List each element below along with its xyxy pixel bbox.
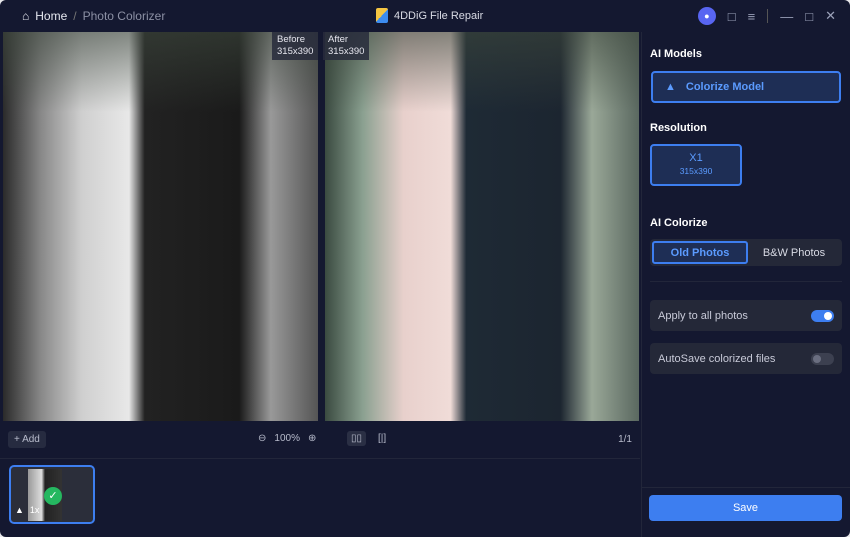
app-logo-icon [376,8,388,23]
menu-icon[interactable]: ≡ [748,9,756,24]
divider [642,487,850,488]
after-label: After 315x390 [323,32,370,60]
autosave-row: AutoSave colorized files [650,343,842,374]
zoom-level: 100% [274,433,300,444]
split-view-icon[interactable]: [|] [374,431,390,446]
app-title-text: 4DDiG File Repair [394,9,484,22]
res-scale: X1 [689,152,703,164]
divider [0,458,640,459]
feedback-icon[interactable]: □ [728,9,736,24]
resolution-title: Resolution [650,122,707,134]
after-size: 315x390 [328,46,365,57]
title-bar: ⌂ Home / Photo Colorizer 4DDiG File Repa… [0,0,850,32]
before-label: Before 315x390 [272,32,319,60]
minimize-icon[interactable]: — [780,9,793,24]
res-size: 315x390 [679,166,713,176]
resolution-x1-button[interactable]: X1 315x390 [650,144,742,186]
breadcrumb: ⌂ Home / Photo Colorizer [22,9,165,23]
model-label: Colorize Model [685,81,765,93]
thumbnail-scale: 1x [29,505,40,515]
side-by-side-icon[interactable]: ▯▯ [347,431,367,446]
zoom-in-icon[interactable]: ⊕ [308,433,316,444]
breadcrumb-separator: / [73,9,77,23]
window-controls: ● □ ≡ — □ ✕ [697,7,836,25]
image-icon: ▲ [665,81,676,93]
ai-colorize-title: AI Colorize [650,217,708,229]
view-mode: ▯▯ [|] [347,431,390,446]
preview-toolbar: + Add ⊖ 100% ⊕ ▯▯ [|] 1/1 [0,428,640,452]
after-photo [325,32,639,421]
maximize-icon[interactable]: □ [805,9,813,24]
save-button[interactable]: Save [649,495,842,521]
colorize-mode-toggle: Old Photos B&W Photos [650,239,842,266]
app-title: 4DDiG File Repair [376,8,483,23]
breadcrumb-current: Photo Colorizer [82,9,166,23]
settings-panel: AI Models ▲ Colorize Model Resolution X1 3… [641,32,850,537]
zoom-out-icon[interactable]: ⊖ [258,433,266,444]
after-label-text: After [328,34,349,45]
old-photos-option[interactable]: Old Photos [652,241,748,264]
discord-icon[interactable]: ● [697,7,716,25]
page-indicator: 1/1 [618,434,632,445]
image-icon: ▲ [15,505,24,515]
apply-all-toggle[interactable] [811,309,834,322]
home-icon[interactable]: ⌂ [22,9,29,23]
before-label-text: Before [277,34,305,45]
add-button[interactable]: + Add [8,431,46,448]
check-icon: ✓ [44,487,62,505]
autosave-toggle[interactable] [811,352,834,365]
before-size: 315x390 [277,46,314,57]
autosave-label: AutoSave colorized files [658,352,776,365]
divider [650,281,842,282]
app-window: ⌂ Home / Photo Colorizer 4DDiG File Repa… [0,0,850,537]
apply-all-row: Apply to all photos [650,300,842,331]
zoom-controls: ⊖ 100% ⊕ [258,433,316,444]
ai-models-title: AI Models [650,48,702,60]
before-photo [3,32,318,421]
colorize-model-button[interactable]: ▲ Colorize Model [651,71,841,103]
apply-all-label: Apply to all photos [658,309,748,322]
thumbnail-badge: ▲ 1x [15,505,39,515]
close-icon[interactable]: ✕ [825,8,836,24]
thumbnail[interactable]: ✓ ▲ 1x [9,465,95,524]
breadcrumb-home[interactable]: Home [35,9,67,23]
divider [767,9,769,23]
bw-photos-option[interactable]: B&W Photos [748,241,840,264]
